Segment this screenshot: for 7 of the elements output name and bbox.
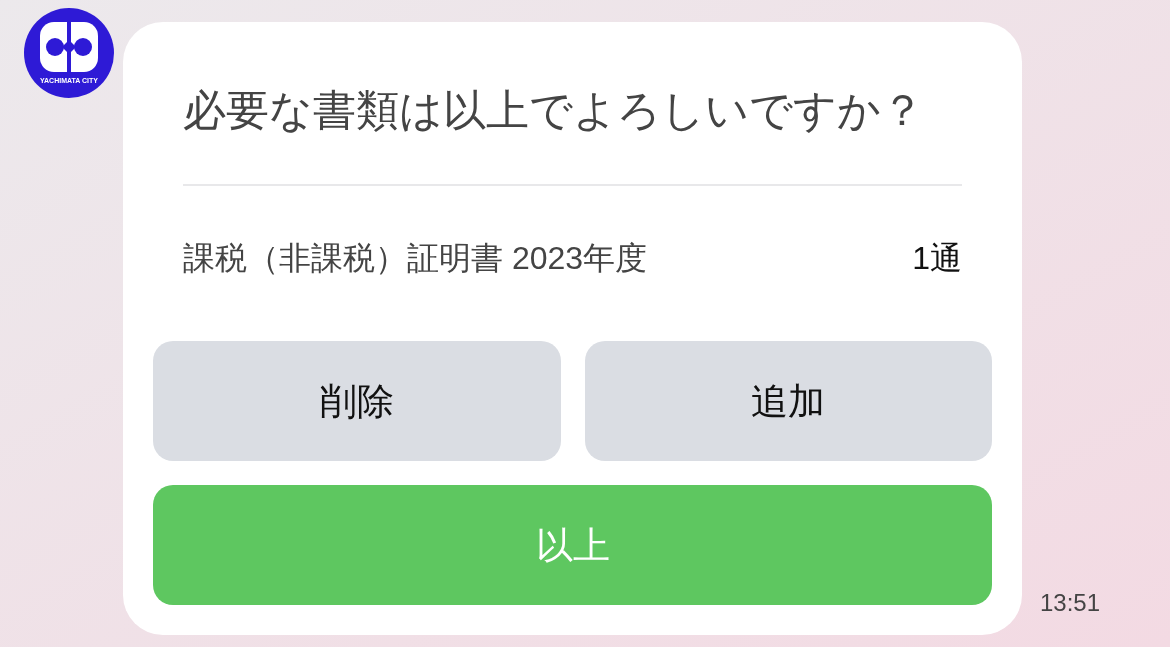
question-text: 必要な書類は以上でよろしいですか？ <box>183 85 925 136</box>
action-button[interactable]: 追加 <box>584 341 992 461</box>
emblem-icon <box>40 22 98 72</box>
action-button[interactable]: 削除 <box>153 341 561 461</box>
timestamp: 13:51 <box>1040 589 1101 617</box>
document-name: 課税（非課税）証明書 2023年度 <box>183 239 648 278</box>
document-quantity: 1通 <box>912 239 962 278</box>
